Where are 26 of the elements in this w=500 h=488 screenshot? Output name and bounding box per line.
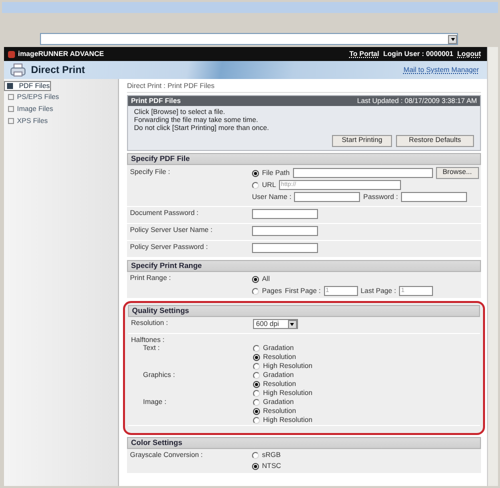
radio-button[interactable] bbox=[253, 372, 260, 379]
scrollbar[interactable] bbox=[487, 47, 498, 486]
radio-button[interactable] bbox=[252, 170, 259, 176]
page-title: Direct Print bbox=[31, 64, 85, 76]
radio-button[interactable] bbox=[253, 345, 260, 352]
radio-button[interactable] bbox=[253, 363, 260, 370]
address-combobox[interactable] bbox=[40, 33, 458, 45]
radio-button[interactable] bbox=[253, 417, 260, 424]
radio-button[interactable] bbox=[253, 390, 260, 397]
radio-button[interactable] bbox=[252, 182, 259, 188]
radio-button[interactable] bbox=[252, 288, 259, 294]
radio-button[interactable] bbox=[252, 276, 259, 282]
radio-button[interactable] bbox=[253, 381, 260, 388]
user-name-field[interactable] bbox=[294, 192, 360, 202]
radio-button[interactable] bbox=[253, 354, 260, 361]
password-field[interactable] bbox=[400, 192, 467, 202]
radio-button[interactable] bbox=[253, 408, 260, 415]
radio-button[interactable] bbox=[252, 463, 259, 470]
radio-button[interactable] bbox=[253, 399, 260, 406]
logo-icon bbox=[8, 50, 15, 58]
password-field[interactable] bbox=[252, 209, 318, 219]
password-field[interactable] bbox=[252, 226, 318, 236]
radio-button[interactable] bbox=[252, 452, 259, 459]
printer-icon bbox=[10, 63, 26, 77]
password-field[interactable] bbox=[252, 243, 318, 253]
file-path-field[interactable] bbox=[292, 168, 433, 178]
